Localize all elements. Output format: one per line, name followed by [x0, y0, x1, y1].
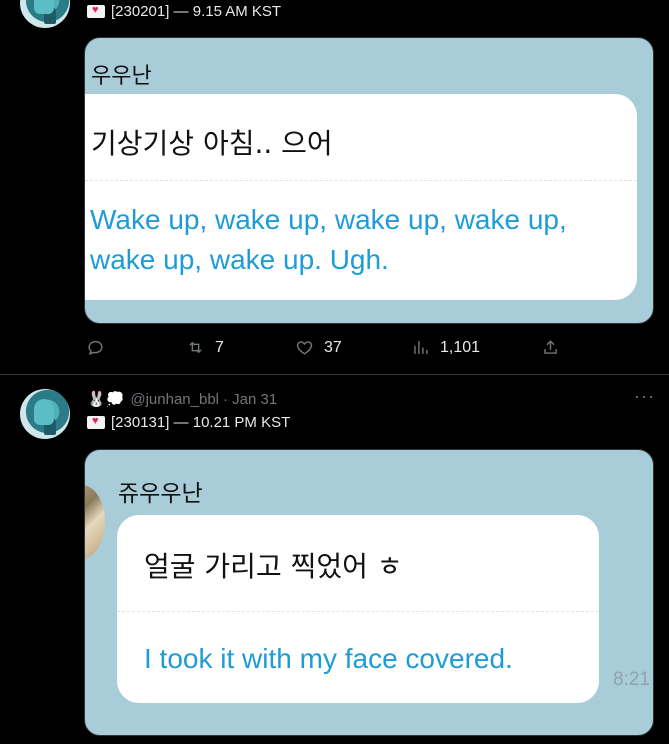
share-icon	[544, 340, 557, 354]
profile-thumbnail	[85, 485, 105, 559]
like-button[interactable]: 37	[295, 338, 342, 357]
name-emoji: 🐰💭	[87, 391, 125, 408]
reply-button[interactable]	[86, 338, 105, 357]
message-english-line2: wake up, wake up. Ugh.	[90, 244, 389, 275]
message-english: I took it with my face covered.	[144, 643, 513, 674]
retweet-count: 7	[215, 338, 224, 356]
tweet-date[interactable]: · Jan 31	[223, 391, 277, 408]
avatar[interactable]	[20, 389, 70, 439]
tweet-meta: [230131] — 10.21 PM KST	[111, 414, 291, 431]
message-bubble: 기상기상 아침.. 으어 Wake up, wake up, wake up, …	[85, 94, 637, 300]
tweet-image[interactable]: 우우난 기상기상 아침.. 으어 Wake up, wake up, wake …	[84, 37, 654, 324]
message-bubble: 얼굴 가리고 찍었어 ㅎ I took it with my face cove…	[117, 515, 599, 703]
avatar[interactable]	[20, 0, 70, 28]
views-icon	[414, 341, 428, 354]
sender-name: 우우난	[91, 64, 152, 89]
message-korean: 기상기상 아침.. 으어	[91, 127, 333, 160]
reply-icon	[88, 340, 103, 356]
views-count: 1,101	[440, 338, 481, 356]
message-time: 8:21	[613, 669, 650, 690]
sender-name: 쥬우우난	[118, 481, 203, 507]
views-button[interactable]: 1,101	[411, 338, 480, 357]
retweet-icon	[189, 341, 202, 354]
heart-icon	[296, 341, 313, 355]
tweet-meta-line: [230201] — 9.15 AM KST	[87, 3, 281, 20]
share-button[interactable]	[541, 338, 560, 357]
tweet-image[interactable]: 쥬우우난 얼굴 가리고 찍었어 ㅎ I took it with my face…	[84, 449, 654, 736]
message-english-line1: Wake up, wake up, wake up, wake up,	[90, 204, 567, 235]
divider	[117, 611, 599, 612]
more-icon: ···	[634, 386, 655, 406]
more-button[interactable]: ···	[634, 386, 655, 407]
tweet-header: 🐰💭 @junhan_bbl · Jan 31	[87, 390, 277, 409]
message-korean: 얼굴 가리고 찍었어 ㅎ	[144, 550, 403, 583]
divider	[85, 180, 637, 181]
tweet-meta: [230201] — 9.15 AM KST	[111, 3, 282, 20]
tweet-meta-line: [230131] — 10.21 PM KST	[87, 414, 290, 431]
envelope-heart-icon	[87, 415, 105, 429]
like-count: 37	[324, 338, 342, 356]
envelope-heart-icon	[87, 4, 105, 18]
user-handle[interactable]: @junhan_bbl	[130, 391, 219, 408]
retweet-button[interactable]: 7	[186, 338, 224, 357]
tweet-divider	[0, 374, 669, 375]
